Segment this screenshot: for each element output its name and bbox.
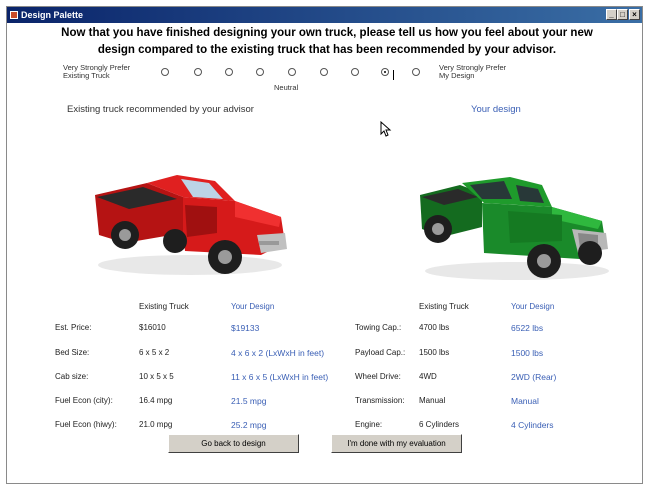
existing-truck-image bbox=[95, 175, 287, 275]
left-row-design-value: 25.2 mpg bbox=[231, 420, 267, 430]
preference-radio-7[interactable] bbox=[351, 68, 359, 76]
maximize-icon[interactable]: □ bbox=[617, 9, 628, 20]
left-row-label: Bed Size: bbox=[55, 348, 90, 357]
right-row-label: Transmission: bbox=[355, 396, 405, 405]
left-row-existing-value: 21.0 mpg bbox=[139, 420, 173, 429]
minimize-icon[interactable]: _ bbox=[606, 9, 617, 20]
right-row-design-value: 6522 lbs bbox=[511, 323, 544, 333]
app-icon[interactable] bbox=[10, 11, 18, 19]
scale-left-label-2: Existing Truck bbox=[63, 71, 110, 80]
left-row-existing-value: 16.4 mpg bbox=[139, 396, 173, 405]
preference-radio-1[interactable] bbox=[161, 68, 169, 76]
right-row-existing-value: 4700 lbs bbox=[419, 323, 450, 332]
preference-radio-2[interactable] bbox=[194, 68, 202, 76]
existing-truck-heading: Existing truck recommended by your advis… bbox=[67, 104, 254, 115]
right-row-design-value: 2WD (Rear) bbox=[511, 372, 557, 382]
close-icon[interactable]: × bbox=[629, 9, 640, 20]
preference-radio-3[interactable] bbox=[225, 68, 233, 76]
title-bar[interactable]: Design Palette _ □ × bbox=[7, 7, 642, 23]
right-design-header: Your Design bbox=[511, 302, 555, 311]
right-row-design-value: 4 Cylinders bbox=[511, 420, 554, 430]
left-row-design-value: 21.5 mpg bbox=[231, 396, 267, 406]
your-design-heading: Your design bbox=[471, 104, 521, 115]
left-row-design-value: $19133 bbox=[231, 323, 260, 333]
right-row-existing-value: 4WD bbox=[419, 372, 437, 381]
left-row-existing-value: 6 x 5 x 2 bbox=[139, 348, 170, 357]
preference-radio-4[interactable] bbox=[256, 68, 264, 76]
window-title: Design Palette bbox=[21, 10, 84, 20]
neutral-label: Neutral bbox=[274, 83, 299, 92]
right-row-label: Towing Cap.: bbox=[355, 323, 402, 332]
preference-radio-9[interactable] bbox=[412, 68, 420, 76]
left-row-design-value: 4 x 6 x 2 (LxWxH in feet) bbox=[231, 348, 325, 358]
instruction-line-1: Now that you have finished designing you… bbox=[61, 27, 593, 39]
done-evaluation-button[interactable]: I'm done with my evaluation bbox=[331, 434, 462, 453]
text-caret bbox=[393, 70, 394, 80]
left-row-label: Fuel Econ (city): bbox=[55, 396, 113, 405]
right-row-existing-value: 6 Cylinders bbox=[419, 420, 460, 429]
left-design-header: Your Design bbox=[231, 302, 275, 311]
right-row-label: Wheel Drive: bbox=[355, 372, 401, 381]
right-row-existing-value: Manual bbox=[419, 396, 446, 405]
left-row-label: Est. Price: bbox=[55, 323, 92, 332]
left-row-existing-value: $16010 bbox=[139, 323, 166, 332]
design-palette-window: Design Palette _ □ × Now that you have f… bbox=[6, 6, 643, 484]
preference-radio-8[interactable] bbox=[381, 68, 389, 76]
right-row-existing-value: 1500 lbs bbox=[419, 348, 450, 357]
left-row-design-value: 11 x 6 x 5 (LxWxH in feet) bbox=[231, 372, 329, 382]
left-row-label: Cab size: bbox=[55, 372, 89, 381]
left-row-label: Fuel Econ (hiwy): bbox=[55, 420, 117, 429]
preference-radio-6[interactable] bbox=[320, 68, 328, 76]
right-existing-header: Existing Truck bbox=[419, 302, 469, 311]
mouse-pointer-icon bbox=[380, 121, 392, 137]
your-design-truck-image bbox=[420, 177, 609, 280]
left-existing-header: Existing Truck bbox=[139, 302, 189, 311]
go-back-button[interactable]: Go back to design bbox=[168, 434, 299, 453]
right-row-label: Payload Cap.: bbox=[355, 348, 406, 357]
right-row-design-value: 1500 lbs bbox=[511, 348, 544, 358]
right-row-label: Engine: bbox=[355, 420, 383, 429]
instruction-line-2: design compared to the existing truck th… bbox=[97, 44, 557, 56]
scale-right-label-2: My Design bbox=[439, 71, 475, 80]
left-row-existing-value: 10 x 5 x 5 bbox=[139, 372, 174, 381]
preference-radio-5[interactable] bbox=[288, 68, 296, 76]
right-row-design-value: Manual bbox=[511, 396, 539, 406]
